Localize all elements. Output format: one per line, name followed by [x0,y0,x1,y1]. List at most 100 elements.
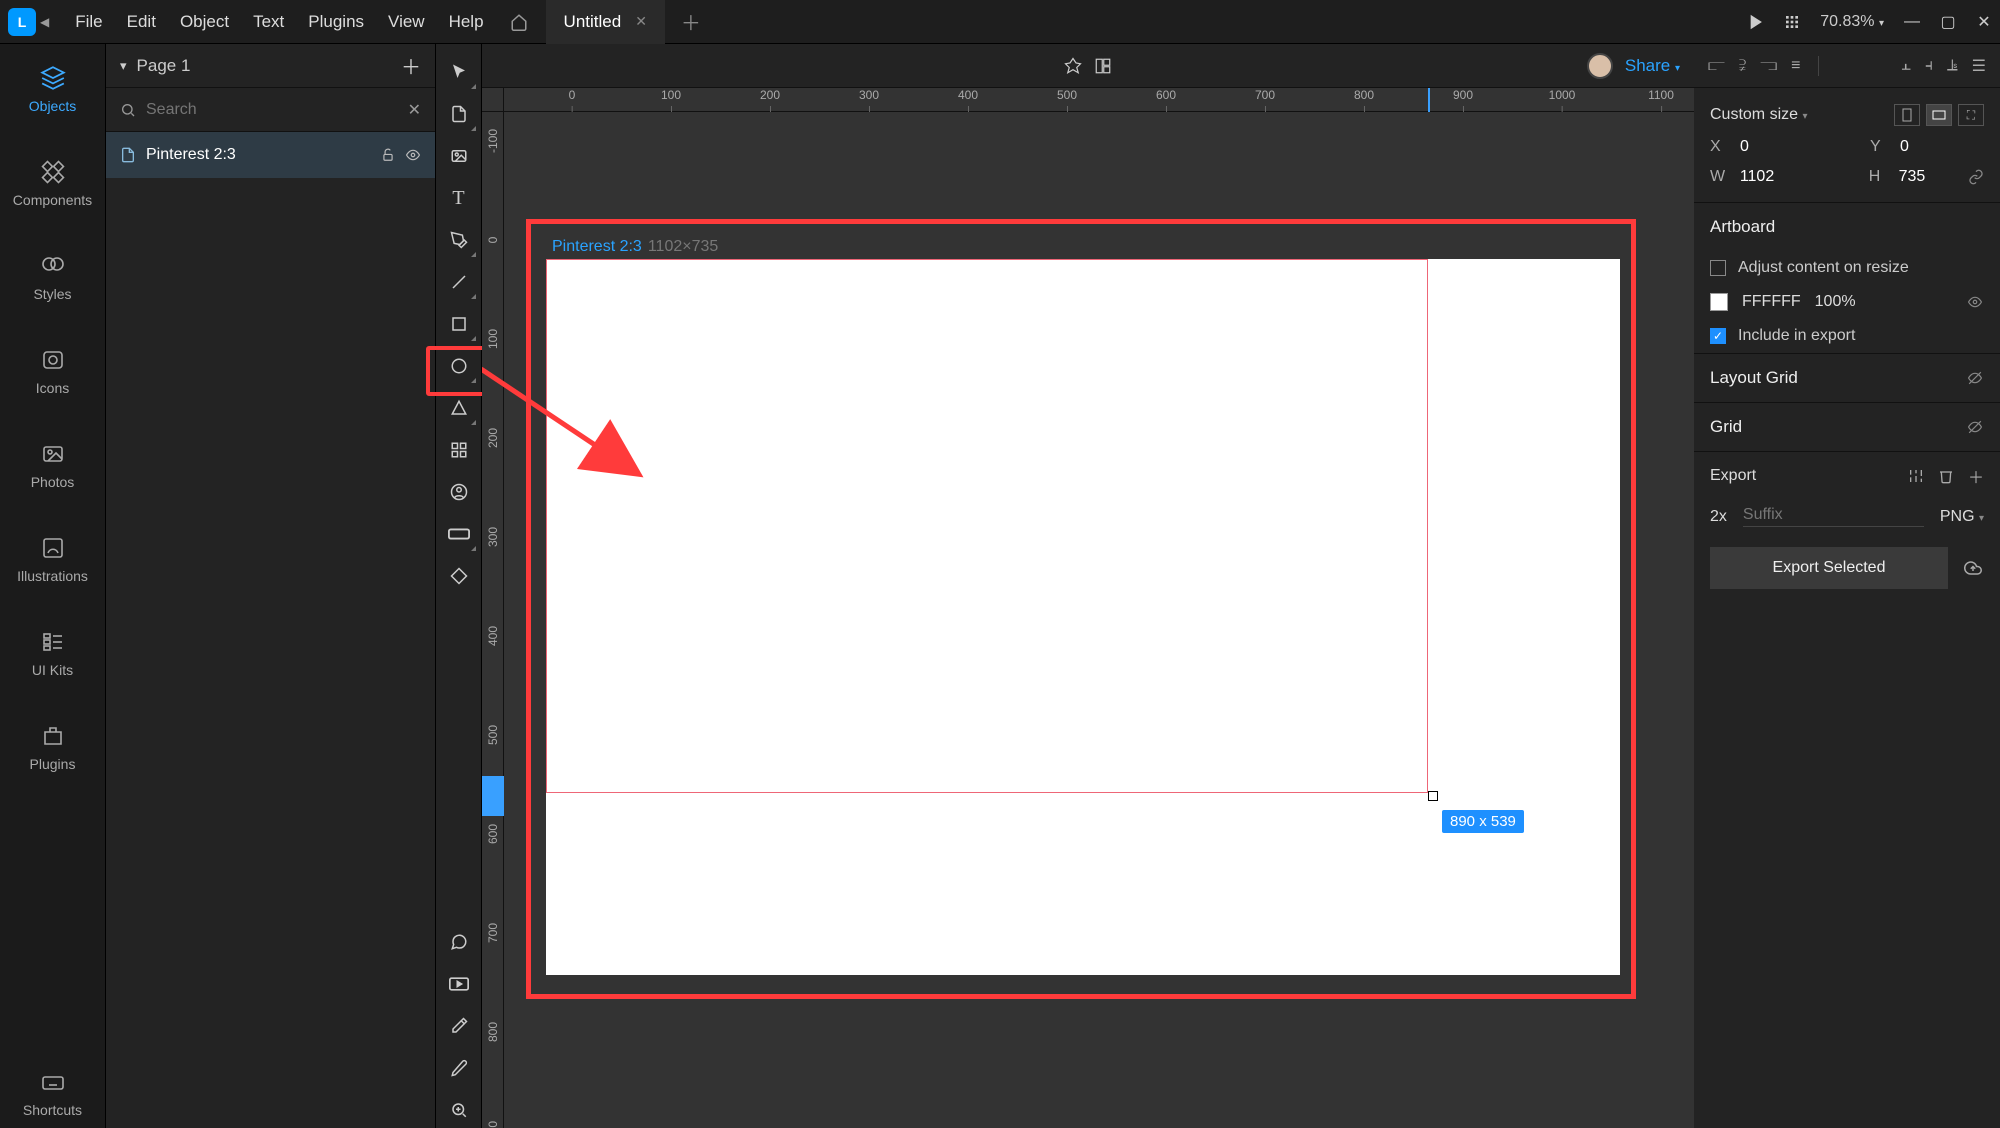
align-right-icon[interactable]: ⫎ [1760,57,1777,75]
close-tab-icon[interactable]: ✕ [635,13,647,30]
line-tool[interactable] [441,264,477,300]
menu-text[interactable]: Text [241,12,296,32]
avatar-tool[interactable] [441,474,477,510]
menu-edit[interactable]: Edit [115,12,168,32]
menu-object[interactable]: Object [168,12,241,32]
orientation-landscape[interactable] [1926,104,1952,126]
home-icon[interactable] [510,13,528,31]
export-suffix[interactable]: Suffix [1743,506,1924,527]
menu-plugins[interactable]: Plugins [296,12,376,32]
expand-icon[interactable]: ⛶ [1958,104,1984,126]
close-window-icon[interactable]: ✕ [1976,14,1992,30]
y-value[interactable]: 0 [1900,138,1909,156]
canvas-area[interactable]: Share ▾ 0 100 200 300 400 500 600 700 80… [482,44,1694,1128]
grid-menu-icon[interactable] [1784,14,1800,30]
menu-file[interactable]: File [63,12,114,32]
align-middle-icon[interactable]: ⫞ [1925,57,1933,75]
menu-view[interactable]: View [376,12,437,32]
x-value[interactable]: 0 [1740,138,1820,156]
fill-opacity[interactable]: 100% [1815,293,1856,311]
maximize-window-icon[interactable]: ▢ [1940,14,1956,30]
rail-components[interactable]: Components [0,148,105,218]
zoom-tool[interactable] [441,1092,477,1128]
add-page-button[interactable]: ＋ [401,51,421,80]
share-button[interactable]: Share ▾ [1625,56,1680,76]
fill-hex[interactable]: FFFFFF [1742,293,1801,311]
user-avatar[interactable] [1587,53,1613,79]
ellipse-tool[interactable] [441,348,477,384]
comment-tool[interactable] [441,924,477,960]
adjust-content-checkbox[interactable]: Adjust content on resize [1694,251,2000,285]
w-value[interactable]: 1102 [1740,168,1819,186]
rail-uikits[interactable]: UI Kits [0,618,105,688]
chevron-left-icon[interactable]: ◀ [40,15,49,29]
rail-photos[interactable]: Photos [0,430,105,500]
h-label: H [1869,168,1889,186]
custom-size-dropdown[interactable]: Custom size ▾ [1710,106,1808,124]
fill-swatch[interactable] [1710,293,1728,311]
export-format[interactable]: PNG ▾ [1940,508,1984,526]
zoom-dropdown[interactable]: 70.83% ▾ [1820,13,1884,31]
rail-objects[interactable]: Objects [0,54,105,124]
rail-icons[interactable]: Icons [0,336,105,406]
layer-item-artboard[interactable]: Pinterest 2:3 [106,132,435,178]
layout-grid-heading[interactable]: Layout Grid [1694,354,2000,402]
rail-plugins[interactable]: Plugins [0,712,105,782]
visibility-icon[interactable] [405,148,421,162]
align-bottom-icon[interactable]: ⫡ [1947,57,1958,75]
more-align-icon[interactable]: ☰ [1972,56,1986,76]
artboard-tool[interactable] [441,96,477,132]
grid-tool[interactable] [441,432,477,468]
unlock-icon[interactable] [381,148,395,162]
document-tab[interactable]: Untitled ✕ [546,0,665,44]
page-selector[interactable]: ▾ Page 1 ＋ [106,44,435,88]
present-tool[interactable] [441,966,477,1002]
minimize-window-icon[interactable]: — [1904,14,1920,30]
ruler-horizontal[interactable]: 0 100 200 300 400 500 600 700 800 900 10… [504,88,1694,112]
pen-tool[interactable] [441,222,477,258]
button-tool[interactable] [441,516,477,552]
fill-visibility-icon[interactable] [1966,295,1984,309]
link-dimensions-icon[interactable] [1968,169,1984,185]
rail-styles[interactable]: Styles [0,242,105,312]
snap-icon[interactable] [1064,57,1082,75]
w-label: W [1710,168,1730,186]
eyedrop-tool[interactable] [441,1008,477,1044]
export-scale[interactable]: 2x [1710,508,1727,526]
add-tab-button[interactable]: ＋ [681,7,701,36]
layout-icon[interactable] [1094,57,1112,75]
delete-export-icon[interactable] [1938,468,1954,484]
image-tool[interactable] [441,138,477,174]
export-settings-icon[interactable] [1908,468,1924,484]
hidden-eye-icon[interactable] [1966,371,1984,385]
guide-horizontal [482,776,504,816]
clear-search-icon[interactable]: ✕ [408,100,421,120]
align-top-icon[interactable]: ⫠ [1901,57,1911,75]
polygon-tool[interactable] [441,390,477,426]
diamond-tool[interactable] [441,558,477,594]
align-center-icon[interactable]: ⫌ [1739,57,1746,75]
export-selected-button[interactable]: Export Selected [1710,547,1948,589]
components-icon [39,158,67,186]
add-export-icon[interactable]: ＋ [1968,464,1984,488]
align-justify-icon[interactable]: ≡ [1791,57,1800,75]
menu-help[interactable]: Help [437,12,496,32]
rectangle-tool[interactable] [441,306,477,342]
ruler-vertical[interactable]: -100 0 100 200 300 400 500 600 700 800 9… [482,112,504,1128]
h-value[interactable]: 735 [1899,168,1958,186]
pencil-tool[interactable] [441,1050,477,1086]
grid-heading[interactable]: Grid [1694,403,2000,451]
align-left-icon[interactable]: ⫍ [1708,57,1725,75]
rail-illustrations[interactable]: Illustrations [0,524,105,594]
hidden-eye-icon[interactable] [1966,420,1984,434]
include-export-checkbox[interactable]: ✓Include in export [1694,319,2000,353]
text-tool[interactable]: T [441,180,477,216]
cloud-export-icon[interactable] [1962,559,1984,577]
rail-shortcuts[interactable]: Shortcuts [0,1058,105,1128]
app-logo[interactable]: L [8,8,36,36]
select-tool[interactable] [441,54,477,90]
artboard-label[interactable]: Pinterest 2:31102×735 [546,234,724,260]
orientation-portrait[interactable] [1894,104,1920,126]
search-input[interactable] [146,101,398,119]
play-icon[interactable] [1748,14,1764,30]
